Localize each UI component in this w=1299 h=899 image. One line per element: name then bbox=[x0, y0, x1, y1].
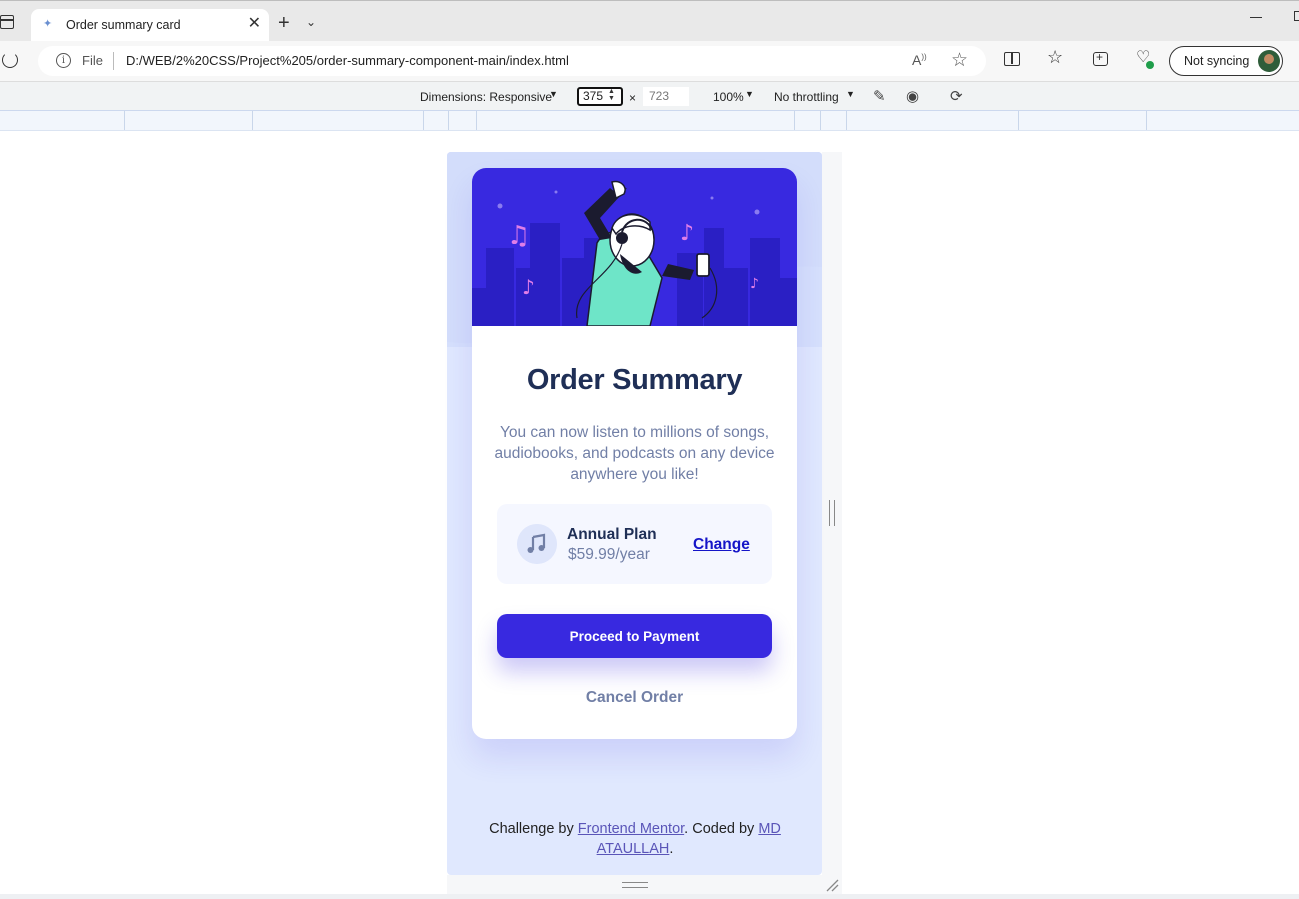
frontend-mentor-link[interactable]: Frontend Mentor bbox=[578, 821, 684, 837]
minimize-icon[interactable] bbox=[1250, 17, 1262, 18]
resize-corner-icon[interactable] bbox=[825, 878, 839, 892]
status-dot bbox=[1146, 61, 1154, 69]
ruler-tick bbox=[820, 111, 821, 130]
throttling-dropdown[interactable]: No throttling bbox=[774, 90, 839, 104]
tab-order-summary[interactable]: ✦ Order summary card ✕ bbox=[31, 9, 269, 42]
dimensions-dropdown[interactable]: Dimensions: Responsive bbox=[420, 90, 552, 104]
resize-handle-bottom[interactable] bbox=[622, 882, 648, 888]
height-input[interactable]: 723 bbox=[643, 87, 689, 106]
hero-illustration: ♫ ♪ ♪ ♪ bbox=[472, 168, 797, 326]
svg-text:♪: ♪ bbox=[750, 276, 759, 292]
times-label: × bbox=[629, 91, 637, 105]
split-screen-icon[interactable] bbox=[1004, 52, 1020, 66]
throttling-caret-icon[interactable]: ▼ bbox=[846, 89, 855, 99]
profile-label: Not syncing bbox=[1184, 54, 1250, 68]
collections-icon[interactable] bbox=[1093, 50, 1108, 66]
tab-title: Order summary card bbox=[66, 18, 181, 32]
favorites-icon[interactable]: ☆ bbox=[1047, 47, 1063, 68]
proceed-to-payment-button[interactable]: Proceed to Payment bbox=[497, 614, 772, 658]
url-text[interactable]: D:/WEB/2%20CSS/Project%205/order-summary… bbox=[126, 53, 569, 68]
zoom-dropdown[interactable]: 100% bbox=[713, 90, 744, 104]
read-aloud-icon[interactable]: A)) bbox=[912, 52, 927, 68]
resize-handle-right[interactable] bbox=[829, 500, 835, 526]
order-description: You can now listen to millions of songs,… bbox=[494, 424, 775, 483]
ruler-tick bbox=[846, 111, 847, 130]
plan-price: $59.99/year bbox=[568, 546, 650, 563]
favicon-icon: ✦ bbox=[43, 18, 53, 30]
order-summary-card: ♫ ♪ ♪ ♪ Order Summary You can now listen… bbox=[472, 168, 797, 739]
ruler-tick bbox=[448, 111, 449, 130]
attribution-prefix: Challenge by bbox=[489, 821, 578, 837]
device-toolbar: Dimensions: Responsive ▼ 375 ▲ ▼ × 723 10… bbox=[0, 81, 1299, 111]
ruler-tick bbox=[252, 111, 253, 130]
attribution-middle: . Coded by bbox=[684, 821, 759, 837]
ruler-tick bbox=[1146, 111, 1147, 130]
info-icon[interactable]: i bbox=[56, 53, 71, 68]
attribution: Challenge by Frontend Mentor. Coded by M… bbox=[470, 819, 800, 859]
ruler-tick bbox=[1018, 111, 1019, 130]
dimensions-caret-icon[interactable]: ▼ bbox=[549, 89, 558, 99]
eyedropper-icon[interactable]: ✎ bbox=[873, 87, 886, 105]
ruler-tick bbox=[124, 111, 125, 130]
svg-text:♪: ♪ bbox=[522, 275, 535, 299]
file-label: File bbox=[82, 53, 103, 68]
media-query-ruler[interactable] bbox=[0, 111, 1299, 131]
change-plan-link[interactable]: Change bbox=[693, 536, 750, 554]
browser-toolbar: i File D:/WEB/2%20CSS/Project%205/order-… bbox=[0, 41, 1299, 81]
maximize-icon[interactable] bbox=[1294, 11, 1299, 21]
address-bar[interactable]: i File D:/WEB/2%20CSS/Project%205/order-… bbox=[38, 46, 986, 76]
width-input[interactable]: 375 bbox=[577, 87, 623, 106]
tab-strip: ✦ Order summary card ✕ + ⌄ bbox=[0, 0, 1299, 42]
svg-text:♫: ♫ bbox=[507, 221, 530, 251]
ruler-tick bbox=[476, 111, 477, 130]
width-spinner-icon[interactable]: ▲ ▼ bbox=[608, 88, 615, 102]
music-icon bbox=[517, 524, 557, 564]
bottom-bar bbox=[0, 894, 1299, 899]
reload-icon[interactable] bbox=[2, 52, 18, 68]
new-tab-icon[interactable]: + bbox=[278, 13, 290, 33]
attribution-suffix: . bbox=[669, 841, 674, 857]
cancel-order-button[interactable]: Cancel Order bbox=[497, 687, 772, 709]
address-separator bbox=[113, 52, 114, 70]
vertical-tabs-icon[interactable] bbox=[0, 15, 14, 29]
zoom-caret-icon[interactable]: ▼ bbox=[745, 89, 754, 99]
tab-list-chevron-icon[interactable]: ⌄ bbox=[306, 15, 316, 29]
avatar bbox=[1258, 50, 1280, 72]
eye-icon[interactable]: ◉ bbox=[906, 87, 919, 105]
profile-button[interactable]: Not syncing bbox=[1169, 46, 1283, 76]
rotate-icon[interactable]: ⟳ bbox=[950, 87, 963, 105]
favorite-star-icon[interactable]: ☆ bbox=[951, 49, 968, 72]
ruler-tick bbox=[423, 111, 424, 130]
plan-name: Annual Plan bbox=[567, 526, 657, 543]
plan-box: Annual Plan $59.99/year Change bbox=[497, 504, 772, 584]
ruler-tick bbox=[794, 111, 795, 130]
tab-close-icon[interactable]: ✕ bbox=[248, 15, 261, 33]
svg-text:♪: ♪ bbox=[680, 221, 694, 246]
page-title: Order Summary bbox=[526, 364, 743, 396]
